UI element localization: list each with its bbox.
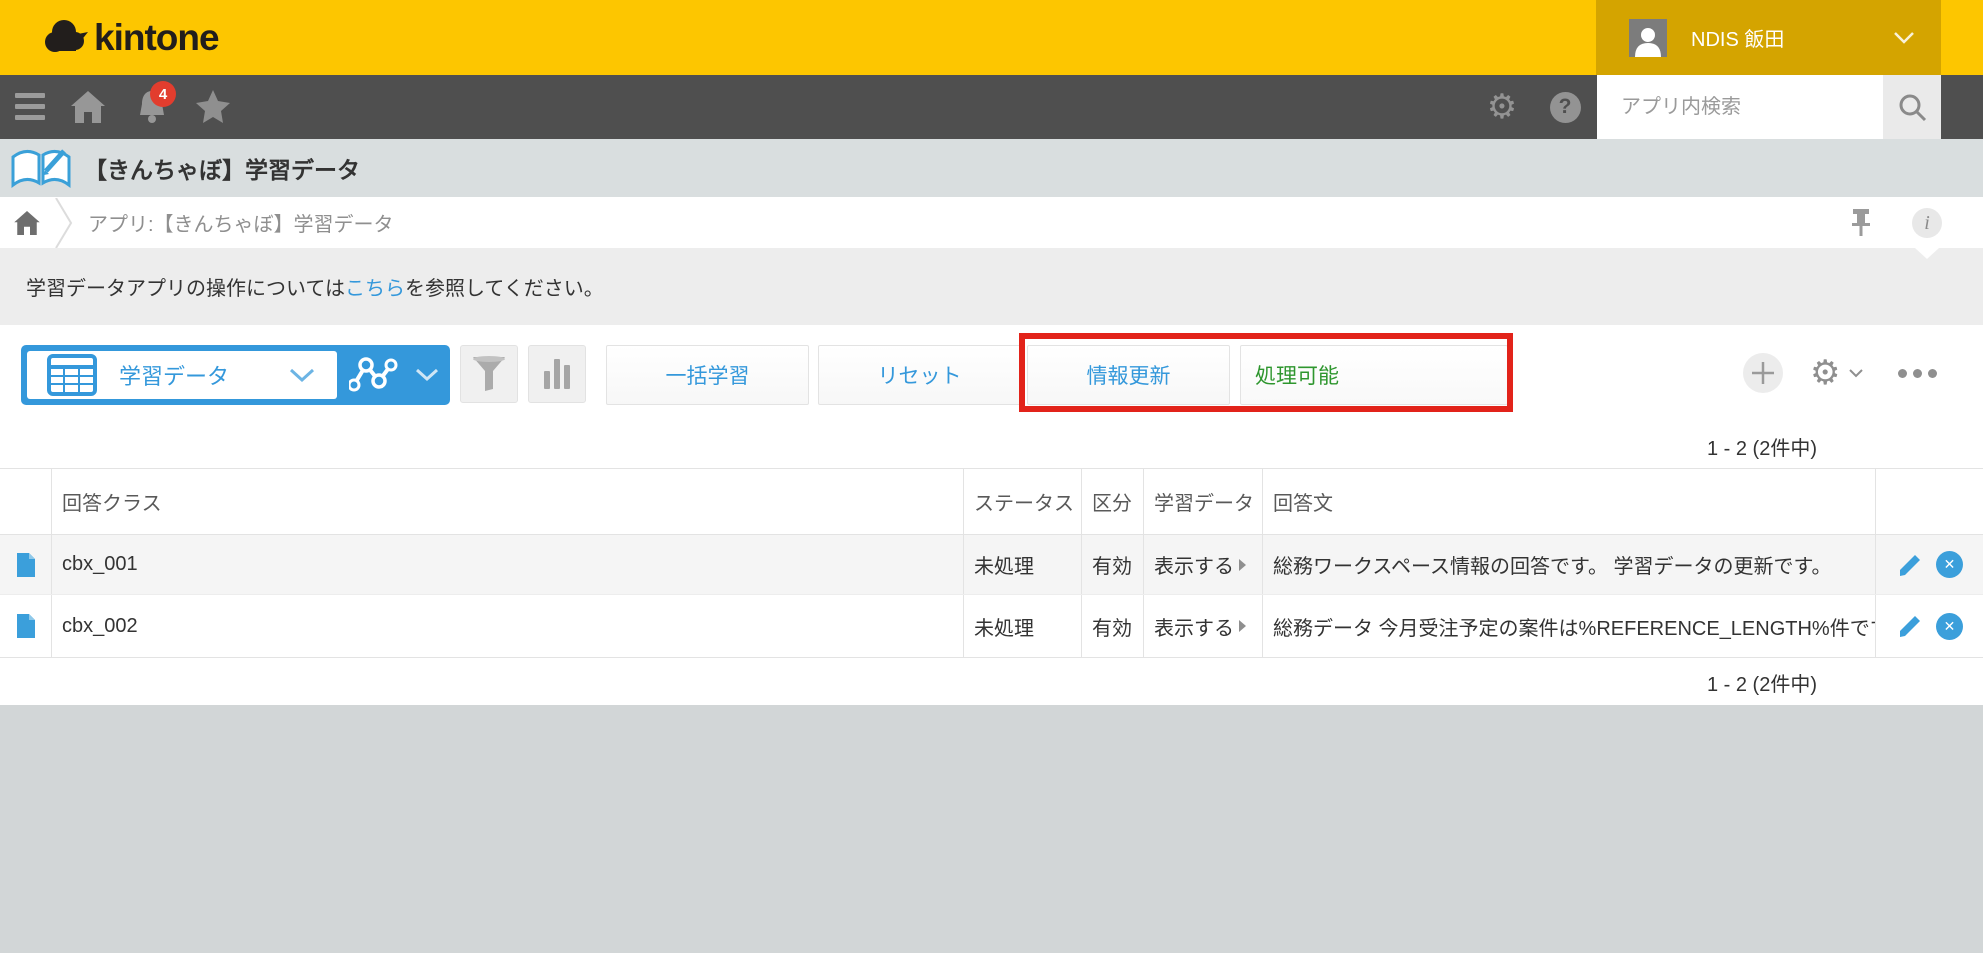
notice-text-after: を参照してください。 (405, 278, 604, 300)
filter-button[interactable] (460, 345, 518, 403)
expand-triangle-icon (1239, 620, 1246, 632)
header-icon-cell (0, 469, 52, 534)
app-title-bar: 【きんちゃぼ】学習データ (0, 139, 1983, 197)
cell-learning-data[interactable]: 表示する (1144, 535, 1263, 594)
cell-answer-text: 総務データ 今月受注予定の案件は%REFERENCE_LENGTH%件です。 … (1263, 595, 1876, 657)
home-icon[interactable] (68, 75, 108, 139)
settings-gear-icon[interactable]: ⚙ (1482, 75, 1522, 139)
record-table: 回答クラス ステータス 区分 学習データ 回答文 cbx_001 未処理 有効 … (0, 468, 1983, 658)
cell-answer-class[interactable]: cbx_001 (52, 535, 964, 594)
cell-status: 未処理 (964, 535, 1082, 594)
bar-chart-icon (544, 359, 570, 389)
delete-x-icon[interactable]: ✕ (1936, 613, 1963, 640)
user-name: NDIS 飯田 (1691, 23, 1784, 52)
hamburger-menu-icon[interactable] (15, 93, 45, 121)
notice-bar: 学習データアプリの操作についてはこちらを参照してください。 (0, 248, 1983, 325)
kintone-cloud-icon (42, 18, 88, 58)
graph-menu-button[interactable] (337, 345, 450, 405)
notice-text-before: 学習データアプリの操作については (26, 278, 345, 300)
view-chevron-down-icon (289, 368, 315, 383)
add-record-button[interactable] (1743, 353, 1783, 393)
record-file-icon (17, 553, 35, 577)
view-selector[interactable]: 学習データ (21, 345, 450, 405)
chart-button[interactable] (528, 345, 586, 403)
learning-data-toggle-label: 表示する (1154, 612, 1234, 641)
avatar (1629, 19, 1667, 57)
info-icon[interactable]: i (1912, 208, 1942, 238)
page-background (0, 705, 1983, 953)
pagination-top[interactable]: 1 - 2 (2件中) (1707, 432, 1817, 461)
breadcrumb-label: アプリ:【きんちゃぼ】学習データ (88, 208, 394, 237)
chevron-down-icon (1893, 31, 1915, 44)
reset-button[interactable]: リセット (818, 345, 1021, 405)
column-header-status[interactable]: ステータス (964, 469, 1082, 534)
breadcrumb: アプリ:【きんちゃぼ】学習データ (0, 197, 1983, 248)
person-icon (1633, 25, 1663, 57)
table-header-row: 回答クラス ステータス 区分 学習データ 回答文 (0, 469, 1983, 535)
record-file-icon (17, 614, 35, 638)
pagination-bottom[interactable]: 1 - 2 (2件中) (1707, 668, 1817, 697)
table-row: cbx_002 未処理 有効 表示する 総務データ 今月受注予定の案件は%REF… (0, 595, 1983, 657)
selected-view-name: 学習データ (119, 359, 229, 391)
graph-chevron-down-icon (415, 368, 439, 382)
notification-count-badge: 4 (150, 81, 176, 107)
table-row: cbx_001 未処理 有効 表示する 総務ワークスペース情報の回答です。 学習… (0, 535, 1983, 595)
record-cell-icon[interactable] (0, 595, 52, 657)
favorites-star-icon[interactable] (192, 75, 234, 139)
table-view-icon (47, 354, 97, 396)
info-tooltip-notch (1915, 248, 1939, 259)
record-cell-icon[interactable] (0, 535, 52, 594)
notice-text: 学習データアプリの操作についてはこちらを参照してください。 (26, 272, 604, 301)
edit-pencil-icon[interactable] (1896, 552, 1922, 578)
plus-icon (1751, 361, 1775, 385)
cell-answer-text: 総務ワークスペース情報の回答です。 学習データの更新です。 (1263, 535, 1876, 594)
cell-category: 有効 (1082, 595, 1144, 657)
view-settings-button[interactable]: ⚙ (1810, 353, 1864, 393)
logo-text: kintone (94, 17, 219, 59)
app-title: 【きんちゃぼ】学習データ (84, 151, 360, 185)
notice-link[interactable]: こちら (345, 278, 405, 300)
view-gear-icon: ⚙ (1810, 353, 1840, 393)
more-options-button[interactable] (1898, 353, 1937, 393)
column-header-answer-text[interactable]: 回答文 (1263, 469, 1876, 534)
view-selector-dropdown[interactable]: 学習データ (27, 351, 337, 399)
kintone-logo[interactable]: kintone (42, 0, 219, 75)
graph-icon (349, 355, 399, 395)
app-book-pencil-icon (10, 145, 72, 191)
cell-actions: ✕ (1876, 535, 1983, 594)
magnifier-icon (1897, 92, 1927, 122)
cell-actions: ✕ (1876, 595, 1983, 657)
processable-button[interactable]: 処理可能 (1240, 345, 1508, 405)
funnel-icon (472, 356, 506, 392)
user-menu[interactable]: NDIS 飯田 (1596, 0, 1941, 75)
breadcrumb-chevron-icon (54, 198, 74, 248)
edit-pencil-icon[interactable] (1896, 613, 1922, 639)
cell-learning-data[interactable]: 表示する (1144, 595, 1263, 657)
column-header-answer-class[interactable]: 回答クラス (52, 469, 964, 534)
search-button[interactable] (1883, 75, 1941, 139)
expand-triangle-icon (1239, 559, 1246, 571)
search-input[interactable] (1597, 75, 1883, 139)
column-header-category[interactable]: 区分 (1082, 469, 1144, 534)
settings-chevron-down-icon (1848, 368, 1864, 378)
top-header-bar: kintone NDIS 飯田 (0, 0, 1983, 75)
delete-x-icon[interactable]: ✕ (1936, 551, 1963, 578)
cell-category: 有効 (1082, 535, 1144, 594)
bulk-learn-button[interactable]: 一括学習 (606, 345, 809, 405)
help-icon[interactable]: ? (1548, 75, 1582, 139)
learning-data-toggle-label: 表示する (1154, 550, 1234, 579)
breadcrumb-home-icon[interactable] (14, 211, 40, 235)
info-update-button[interactable]: 情報更新 (1027, 345, 1230, 405)
cell-status: 未処理 (964, 595, 1082, 657)
cell-answer-class[interactable]: cbx_002 (52, 595, 964, 657)
header-actions-cell (1876, 469, 1983, 534)
pin-icon[interactable] (1848, 207, 1874, 242)
column-header-learning-data[interactable]: 学習データ (1144, 469, 1263, 534)
